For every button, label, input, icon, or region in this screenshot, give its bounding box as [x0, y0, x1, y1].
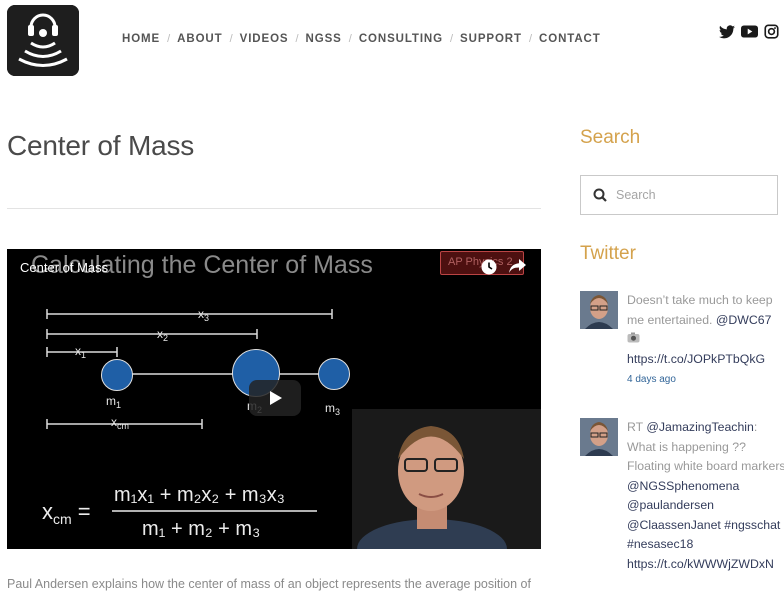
label-m3: m	[325, 401, 335, 415]
nav-consulting[interactable]: CONSULTING	[359, 33, 443, 45]
nav-contact[interactable]: CONTACT	[539, 33, 601, 45]
formula-denominator: m₁ + m₂ + m₃	[142, 518, 260, 540]
tweet-rt-prefix: RT	[627, 420, 647, 434]
camera-emoji-icon	[627, 332, 640, 346]
svg-text:x1: x1	[75, 344, 86, 360]
tweet-avatar[interactable]	[580, 291, 618, 329]
tweet-timestamp[interactable]: 4 days ago	[627, 374, 676, 385]
presenter-image	[352, 409, 541, 549]
svg-text:m1: m1	[106, 394, 121, 410]
nav-support[interactable]: SUPPORT	[460, 33, 522, 45]
page-title: Center of Mass	[7, 130, 195, 161]
instagram-icon[interactable]	[764, 24, 779, 39]
label-xcm-sub: cm	[117, 421, 129, 431]
label-m3-sub: 3	[335, 407, 340, 417]
svg-text:xcm: xcm	[111, 415, 129, 431]
search-heading: Search	[580, 127, 641, 148]
nav-ngss[interactable]: NGSS	[306, 33, 342, 45]
tweet-link[interactable]: https://t.co/kWWWjZWDxN	[627, 557, 774, 571]
label-x3-sub: 3	[204, 313, 209, 323]
tweet-avatar[interactable]	[580, 418, 618, 456]
search-box[interactable]	[580, 175, 778, 215]
formula-lhs: x	[42, 499, 53, 524]
video-description: Paul Andersen explains how the center of…	[7, 577, 531, 591]
label-x1-sub: 1	[81, 350, 86, 360]
tweet-link[interactable]: https://t.co/JOPkPTbQkG	[627, 352, 765, 366]
formula-numerator: m₁x₁ + m₂x₂ + m₃x₃	[114, 484, 285, 506]
play-button[interactable]	[249, 380, 301, 416]
formula-lhs-sub: cm	[53, 511, 72, 527]
divider	[7, 208, 541, 209]
tweet-mention[interactable]: @ClaassenJanet	[627, 518, 721, 532]
nav-home[interactable]: HOME	[122, 33, 160, 45]
play-icon	[270, 391, 282, 405]
nav-separator: /	[348, 33, 352, 45]
label-m1: m	[106, 394, 116, 408]
svg-text:x2: x2	[157, 327, 168, 343]
search-icon	[593, 188, 607, 202]
nav-about[interactable]: ABOUT	[177, 33, 222, 45]
social-links	[719, 24, 779, 39]
twitter-heading: Twitter	[580, 243, 636, 264]
nav-separator: /	[449, 33, 454, 45]
youtube-icon[interactable]	[741, 25, 758, 38]
label-x2-sub: 2	[163, 333, 168, 343]
svg-text:x3: x3	[198, 307, 209, 323]
svg-text:m3: m3	[325, 401, 340, 417]
nav-separator: /	[295, 33, 299, 45]
nav-videos[interactable]: VIDEOS	[240, 33, 289, 45]
tweet-mention[interactable]: @JamazingTeachin	[646, 420, 754, 434]
search-input[interactable]	[616, 188, 766, 202]
tweet-mention[interactable]: @paulandersen	[627, 498, 714, 512]
nav-separator: /	[229, 33, 233, 45]
headphones-signal-logo-icon	[7, 5, 79, 76]
tweet-mention[interactable]: @NGSSphenomena	[627, 479, 739, 493]
site-logo[interactable]	[7, 5, 79, 76]
nav-separator: /	[167, 33, 171, 45]
tweet-mention[interactable]: @DWC67	[716, 313, 772, 327]
tweet-hashtag[interactable]: #ngsschat	[724, 518, 780, 532]
tweet-hashtag[interactable]: #nesasec18	[627, 537, 693, 551]
label-m1-sub: 1	[116, 400, 121, 410]
nav-separator: /	[528, 33, 533, 45]
video-player[interactable]: Calculating the Center of Mass Center of…	[7, 249, 541, 549]
main-nav: HOME / ABOUT / VIDEOS / NGSS / CONSULTIN…	[122, 33, 601, 45]
svg-text:xcm =: xcm =	[42, 499, 91, 527]
twitter-icon[interactable]	[719, 24, 735, 39]
